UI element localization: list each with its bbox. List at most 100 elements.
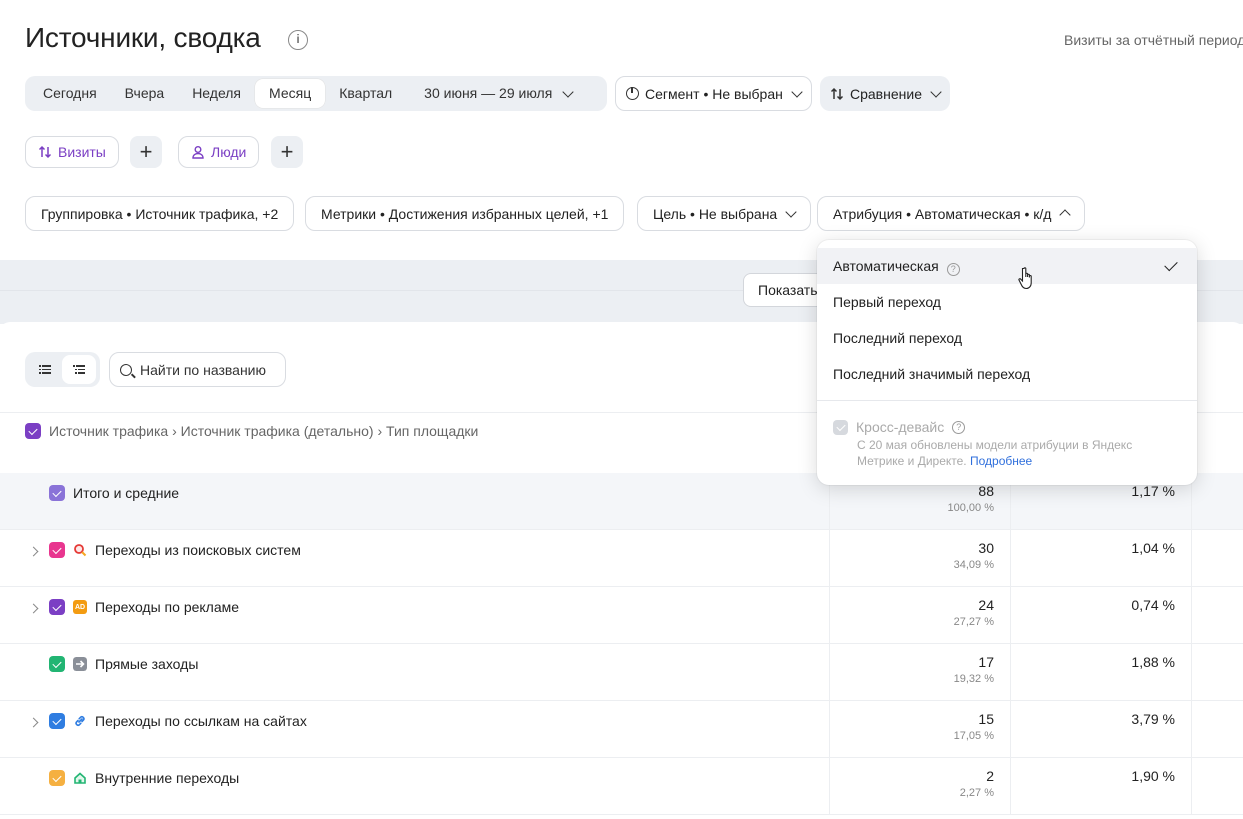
dimension-path[interactable]: Источник трафика › Источник трафика (дет… — [49, 423, 478, 439]
tree-view-button[interactable] — [62, 355, 96, 384]
row-conversion: 1,17 % — [1131, 483, 1175, 499]
row-conversion: 3,79 % — [1131, 711, 1175, 727]
add-people-metric-button[interactable]: + — [271, 136, 303, 168]
info-icon[interactable]: i — [288, 30, 308, 50]
person-icon — [192, 146, 204, 159]
goal-filter-label: Цель • Не выбрана — [653, 205, 778, 222]
visits-pill[interactable]: Визиты — [25, 136, 119, 168]
grouping-filter[interactable]: Группировка • Источник трафика, +2 — [25, 196, 295, 231]
table-row: Переходы из поисковых систем 30 34,09 % 1… — [0, 530, 1243, 587]
expand-row-chevron-icon[interactable] — [25, 599, 41, 615]
dimension-path-row: Источник трафика › Источник трафика (дет… — [25, 423, 478, 439]
attribution-option-last-significant[interactable]: Последний значимый переход — [817, 356, 1197, 392]
cross-device-label: Кросс-девайс — [856, 419, 945, 435]
chevron-down-icon — [562, 85, 574, 98]
period-yesterday[interactable]: Вчера — [111, 79, 179, 108]
row-conversion: 1,90 % — [1131, 768, 1175, 784]
pie-chart-icon — [626, 87, 639, 100]
report-scope-label: Визиты за отчётный период — [1064, 32, 1243, 48]
flat-list-view-button[interactable] — [28, 355, 62, 384]
chevron-down-icon — [930, 85, 942, 98]
attribution-filter[interactable]: Атрибуция • Автоматическая • к/д — [817, 196, 1086, 231]
period-week[interactable]: Неделя — [178, 79, 255, 108]
row-checkbox[interactable] — [49, 656, 65, 672]
date-range-label: 30 июня — 29 июля — [424, 85, 553, 101]
chevron-up-icon — [1059, 209, 1072, 221]
date-range-picker[interactable]: 30 июня — 29 июля — [410, 79, 586, 108]
cross-device-checkbox[interactable] — [833, 419, 848, 435]
goal-filter[interactable]: Цель • Не выбрана — [637, 196, 812, 231]
tree-list-icon — [73, 365, 85, 374]
compare-label: Сравнение — [850, 85, 922, 102]
row-visits: 30 — [978, 540, 994, 556]
row-name: Итого и средние — [73, 485, 180, 501]
expand-row-chevron-icon[interactable] — [25, 542, 41, 558]
data-table: Итого и средние 88 100,00 % 1,17 % Перехо… — [0, 473, 1243, 815]
help-icon[interactable]: ? — [946, 263, 960, 276]
attribution-option-first[interactable]: Первый переход — [817, 284, 1197, 320]
search-icon — [120, 363, 132, 376]
table-row: Прямые заходы 17 19,32 % 1,88 % — [0, 644, 1243, 701]
search-placeholder: Найти по названию — [140, 361, 266, 378]
row-checkbox[interactable] — [49, 599, 65, 615]
row-share: 17,05 % — [953, 730, 994, 742]
compare-icon — [830, 87, 844, 100]
segment-label: Сегмент • Не выбран — [645, 85, 783, 102]
select-all-checkbox[interactable] — [25, 423, 41, 439]
row-name[interactable]: Переходы по ссылкам на сайтах — [95, 713, 307, 729]
cross-device-toggle[interactable]: Кросс-девайс ? — [833, 419, 966, 435]
link-icon — [75, 716, 85, 726]
people-pill[interactable]: Люди — [178, 136, 260, 168]
people-label: Люди — [211, 144, 247, 160]
row-name[interactable]: Переходы из поисковых систем — [95, 542, 301, 558]
help-icon[interactable]: ? — [952, 420, 966, 434]
hand-cursor-icon — [1018, 267, 1032, 290]
row-visits: 2 — [986, 768, 994, 784]
period-month[interactable]: Месяц — [255, 79, 326, 108]
row-name[interactable]: Переходы по рекламе — [95, 599, 239, 615]
visits-icon — [38, 145, 52, 159]
attribution-filter-label: Атрибуция • Автоматическая • к/д — [833, 205, 1052, 222]
learn-more-link[interactable]: Подробнее — [970, 454, 1032, 468]
row-name: Внутренние переходы — [95, 770, 240, 786]
period-today[interactable]: Сегодня — [29, 79, 111, 108]
attribution-option-last[interactable]: Последний переход — [817, 320, 1197, 356]
plus-icon: + — [139, 139, 153, 164]
row-conversion: 0,74 % — [1131, 597, 1175, 613]
row-share: 27,27 % — [953, 616, 994, 628]
table-row: Переходы по ссылкам на сайтах 15 17,05 % … — [0, 701, 1243, 758]
row-share: 100,00 % — [947, 502, 994, 514]
row-visits: 17 — [978, 654, 994, 670]
row-visits: 15 — [978, 711, 994, 727]
expand-row-chevron-icon[interactable] — [25, 713, 41, 729]
row-checkbox[interactable] — [49, 542, 65, 558]
row-visits: 24 — [978, 597, 994, 613]
chevron-down-icon — [791, 85, 803, 98]
home-icon — [74, 772, 86, 784]
row-conversion: 1,04 % — [1131, 540, 1175, 556]
chevron-down-icon — [785, 205, 797, 218]
row-checkbox[interactable] — [49, 485, 65, 501]
attribution-dropdown: Автоматическая? Первый переход Последний… — [817, 240, 1197, 485]
row-name: Прямые заходы — [95, 656, 199, 672]
option-label: Автоматическая — [833, 258, 939, 274]
metrics-filter[interactable]: Метрики • Достижения избранных целей, +1 — [305, 196, 625, 231]
add-visits-metric-button[interactable]: + — [130, 136, 162, 168]
period-quarter[interactable]: Квартал — [325, 79, 406, 108]
period-selector: Сегодня Вчера Неделя Месяц Квартал 30 ию… — [25, 76, 607, 111]
visits-label: Визиты — [58, 144, 106, 160]
plus-icon: + — [280, 139, 294, 164]
row-checkbox[interactable] — [49, 713, 65, 729]
page-title: Источники, сводка — [25, 22, 261, 53]
compare-button[interactable]: Сравнение — [820, 76, 950, 111]
checkmark-icon — [1164, 257, 1178, 272]
row-checkbox[interactable] — [49, 770, 65, 786]
list-icon — [39, 365, 51, 374]
row-share: 19,32 % — [953, 673, 994, 685]
view-mode-toggle — [25, 352, 100, 387]
row-visits: 88 — [978, 483, 994, 499]
search-input[interactable]: Найти по названию — [109, 352, 286, 387]
segment-button[interactable]: Сегмент • Не выбран — [615, 76, 812, 111]
row-share: 34,09 % — [953, 559, 994, 571]
attribution-option-auto[interactable]: Автоматическая? — [817, 248, 1197, 284]
